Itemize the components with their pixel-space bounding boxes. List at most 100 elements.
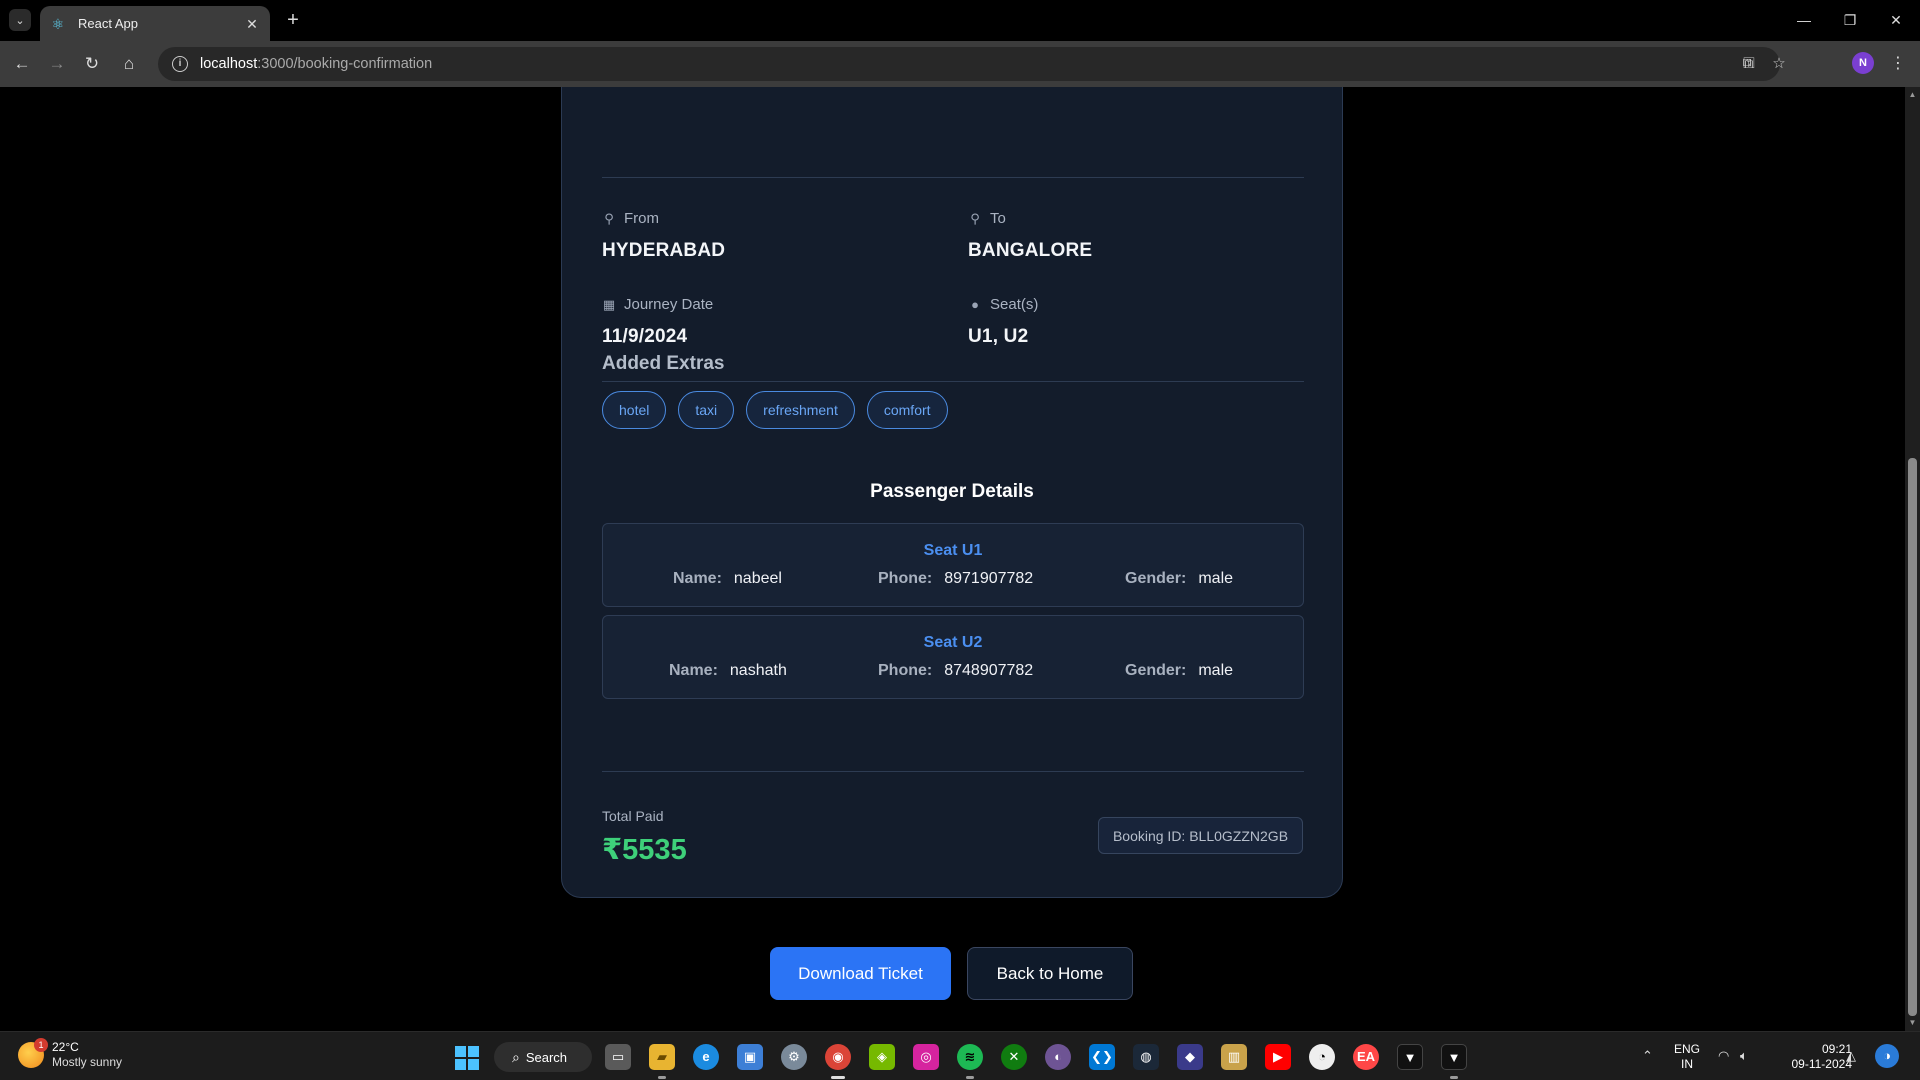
page-scrollbar[interactable]: ▲ ▼ <box>1905 87 1920 1031</box>
browser-tab[interactable]: ⚛ React App ✕ <box>40 6 270 41</box>
store-icon[interactable]: ▣ <box>737 1044 763 1070</box>
weather-condition: Mostly sunny <box>52 1055 123 1069</box>
chrome-icon[interactable]: ◉ <box>825 1044 851 1070</box>
notification-badge: 1 <box>34 1038 48 1052</box>
from-label: From <box>624 210 659 227</box>
from-value: HYDERABAD <box>602 240 726 261</box>
temperature: 22°C <box>52 1040 79 1054</box>
to-label: To <box>990 210 1006 227</box>
total-paid-label: Total Paid <box>602 808 664 824</box>
epic-games-icon[interactable]: ▼ <box>1441 1044 1467 1070</box>
extras-chip-list: hotel taxi refreshment comfort <box>602 391 948 429</box>
passenger-seat: Seat U1 <box>923 542 983 559</box>
weather-widget[interactable]: 1 22°C Mostly sunny <box>18 1038 123 1070</box>
to-value: BANGALORE <box>968 240 1093 261</box>
extra-chip: taxi <box>678 391 735 429</box>
scrollbar-thumb[interactable] <box>1908 458 1917 1016</box>
seats-value: U1, U2 <box>968 326 1029 347</box>
url-text: localhost:3000/booking-confirmation <box>200 56 433 72</box>
system-clock[interactable]: 09:21 09-11-2024 <box>1786 1042 1853 1072</box>
react-logo-icon: ⚛ <box>51 15 65 32</box>
page-viewport: ⚲ From HYDERABAD ⚲ To BANGALORE ▦ Journey D… <box>0 87 1905 1031</box>
spotify-icon[interactable]: ≋ <box>957 1044 983 1070</box>
timer-app-icon[interactable]: ◔ <box>1309 1044 1335 1070</box>
windows-start-icon[interactable] <box>455 1046 479 1070</box>
profile-avatar[interactable]: N <box>1852 52 1874 74</box>
passenger-phone: Phone: 8748907782 <box>878 662 1034 679</box>
tab-search-chevron-icon[interactable]: ⌄ <box>9 9 31 31</box>
to-field: ⚲ To BANGALORE <box>968 210 1268 262</box>
address-bar[interactable]: i localhost:3000/booking-confirmation ⚿ <box>158 47 1780 81</box>
copilot-icon[interactable]: ◑ <box>1875 1044 1899 1068</box>
home-icon[interactable]: ⌂ <box>117 52 141 76</box>
ea-icon[interactable]: EA <box>1353 1044 1379 1070</box>
passenger-gender: Gender: male <box>1125 570 1234 587</box>
journey-date-field: ▦ Journey Date 11/9/2024 <box>602 296 902 348</box>
booking-id-badge: Booking ID: BLL0GZZN2GB <box>1098 817 1303 854</box>
user-icon: ● <box>971 297 979 312</box>
running-indicator <box>658 1076 666 1079</box>
app-icon[interactable]: ▥ <box>1221 1044 1247 1070</box>
scroll-down-arrow-icon[interactable]: ▼ <box>1908 1018 1917 1028</box>
windows-taskbar: 1 22°C Mostly sunny ⌕ Search ▭ ▰ e ▣ ⚙ ◉ ◈… <box>0 1031 1920 1080</box>
youtube-icon[interactable]: ▶ <box>1265 1044 1291 1070</box>
more-menu-icon[interactable]: ⋮ <box>1888 52 1908 76</box>
epic-games-icon[interactable]: ▼ <box>1397 1044 1423 1070</box>
calendar-icon: ▦ <box>602 296 616 312</box>
added-extras-title: Added Extras <box>602 353 725 374</box>
language-indicator[interactable]: ENG IN <box>1674 1042 1700 1072</box>
extra-chip: comfort <box>866 391 948 429</box>
steam-icon[interactable]: ◍ <box>1133 1044 1159 1070</box>
settings-gear-icon[interactable]: ⚙ <box>781 1044 807 1070</box>
top-divider <box>602 177 1304 178</box>
forward-arrow-icon[interactable]: → <box>45 52 69 76</box>
close-window-icon[interactable]: ✕ <box>1876 8 1916 32</box>
restore-icon[interactable]: ❐ <box>1830 8 1870 32</box>
close-tab-icon[interactable]: ✕ <box>244 16 260 32</box>
passenger-card: Seat U1 Name: nabeel Phone: 8971907782 Gen… <box>602 523 1304 607</box>
taskbar-search[interactable]: ⌕ Search <box>494 1042 592 1072</box>
running-indicator <box>1450 1076 1458 1079</box>
passenger-phone: Phone: 8971907782 <box>878 570 1034 587</box>
sun-weather-icon: 1 <box>18 1038 48 1068</box>
reload-icon[interactable]: ↻ <box>80 52 104 76</box>
bookmark-star-icon[interactable]: ☆ <box>1768 56 1790 72</box>
wifi-icon[interactable]: ◠ <box>1718 1048 1729 1064</box>
browser-toolbar: ← → ↻ ⌂ i localhost:3000/booking-confirm… <box>0 41 1920 87</box>
from-field: ⚲ From HYDERABAD <box>602 210 902 262</box>
game-launcher-icon[interactable]: ◆ <box>1177 1044 1203 1070</box>
tray-overflow-chevron-icon[interactable]: ⌃ <box>1642 1048 1653 1064</box>
edge-icon[interactable]: e <box>693 1044 719 1070</box>
instagram-icon[interactable]: ◎ <box>913 1044 939 1070</box>
journey-date-label: Journey Date <box>624 296 714 313</box>
vscode-icon[interactable]: ❮❯ <box>1089 1044 1115 1070</box>
map-pin-icon: ⚲ <box>970 210 980 226</box>
scroll-up-arrow-icon[interactable]: ▲ <box>1908 90 1917 100</box>
minimize-icon[interactable]: — <box>1784 8 1824 32</box>
file-explorer-icon[interactable]: ▰ <box>649 1044 675 1070</box>
passenger-seat: Seat U2 <box>923 634 983 651</box>
new-tab-plus-icon[interactable]: + <box>282 10 304 32</box>
passenger-card: Seat U2 Name: nashath Phone: 8748907782 Ge… <box>602 615 1304 699</box>
back-arrow-icon[interactable]: ← <box>10 52 34 76</box>
active-indicator <box>831 1076 845 1079</box>
install-app-icon[interactable]: ⧉ <box>1737 56 1759 72</box>
search-icon: ⌕ <box>512 1048 520 1065</box>
site-info-icon[interactable]: i <box>172 56 188 72</box>
download-ticket-button[interactable]: Download Ticket <box>770 947 951 1000</box>
browser-tab-bar: ⌄ ⚛ React App ✕ + — ❐ ✕ <box>0 0 1920 41</box>
volume-icon[interactable]: 🔈︎ <box>1740 1048 1748 1064</box>
task-view-icon[interactable]: ▭ <box>605 1044 631 1070</box>
xbox-icon[interactable]: ✕ <box>1001 1044 1027 1070</box>
passenger-name: Name: nashath <box>669 662 787 679</box>
passenger-gender: Gender: male <box>1125 662 1234 679</box>
github-icon[interactable]: ◐ <box>1045 1044 1071 1070</box>
back-to-home-button[interactable]: Back to Home <box>967 947 1133 1000</box>
running-indicator <box>966 1076 974 1079</box>
booking-confirmation-card: ⚲ From HYDERABAD ⚲ To BANGALORE ▦ Journey D… <box>561 87 1343 898</box>
map-pin-icon: ⚲ <box>604 210 614 226</box>
nvidia-icon[interactable]: ◈ <box>869 1044 895 1070</box>
details-divider <box>602 381 1304 382</box>
seats-field: ● Seat(s) U1, U2 <box>968 296 1268 348</box>
notification-bell-icon[interactable]: ◭ <box>1846 1048 1856 1064</box>
